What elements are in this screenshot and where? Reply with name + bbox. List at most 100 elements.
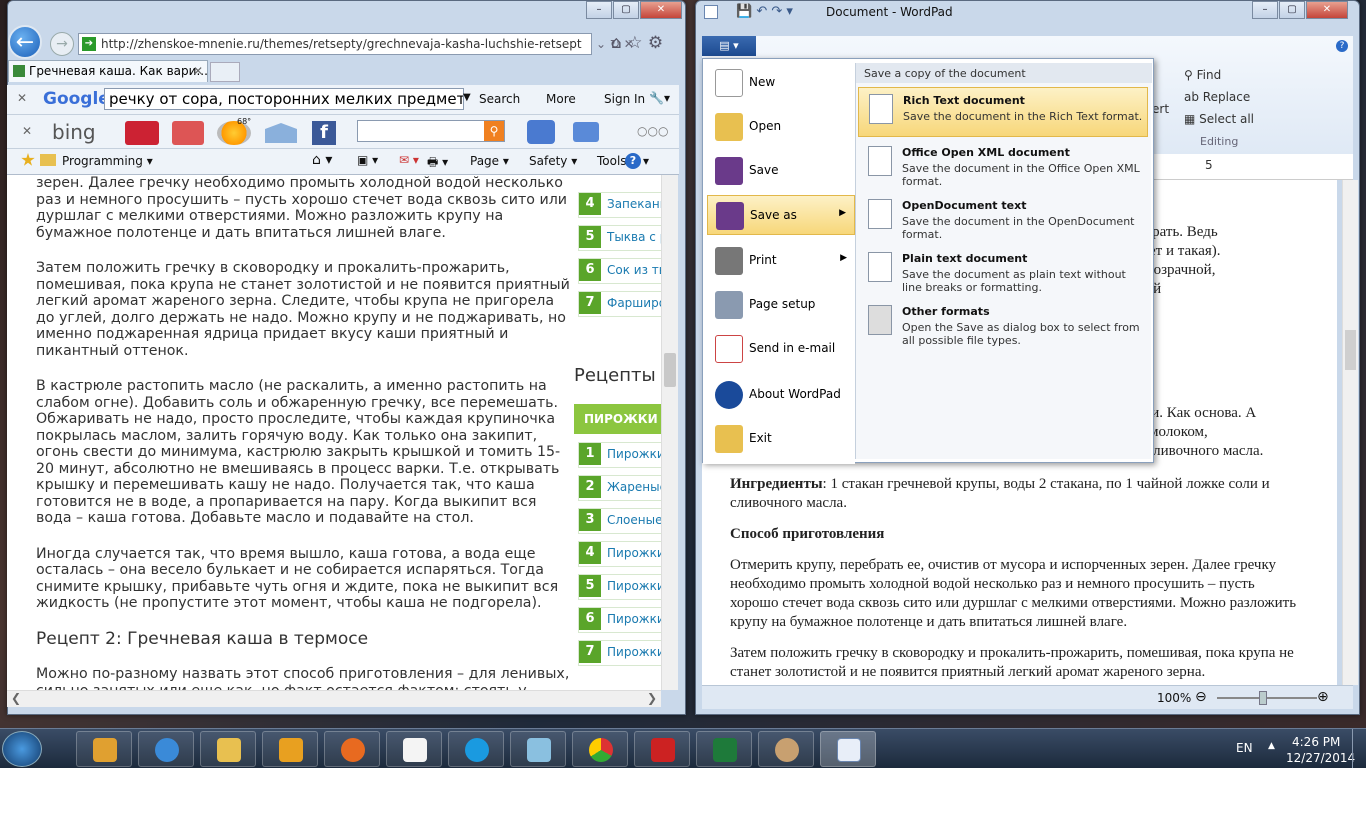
close-toolbar-icon[interactable]: ✕ [17,91,27,105]
taskbar-media-player[interactable] [76,731,132,767]
mail-icon[interactable] [265,123,297,143]
taskbar-app2[interactable] [510,731,566,767]
sidebar-tab-pirozhki[interactable]: ПИРОЖКИ [574,404,661,434]
save-txt-option[interactable]: Plain text document Save the document as … [858,246,1148,296]
sidebar-link[interactable]: 2 Жареные [578,475,661,501]
find-button[interactable]: ⚲ Find [1184,68,1221,82]
taskbar-skype[interactable] [448,731,504,767]
safety-menu[interactable]: Safety ▾ [529,154,577,168]
sidebar-link[interactable]: 7 Фарширо [578,291,661,317]
scroll-thumb[interactable] [1345,330,1356,370]
help-dropdown-icon[interactable]: ▾ [643,154,649,168]
facebook-icon[interactable]: f [312,121,336,145]
tray-arrow-icon[interactable]: ▲ [1268,741,1275,751]
zoom-out-icon[interactable]: ⊖ [1195,689,1207,705]
maximize-button[interactable]: ▢ [1279,1,1305,19]
sidebar-link[interactable]: 7 Пирожки [578,640,661,666]
page-menu[interactable]: Page ▾ [470,154,509,168]
back-button[interactable]: ← [8,25,42,59]
menu-about[interactable]: About WordPad [707,375,855,415]
save-odt-option[interactable]: OpenDocument text Save the document in th… [858,193,1148,243]
google-search-input[interactable]: речку от сора, посторонних мелких предме… [104,88,464,110]
sidebar-link[interactable]: 1 Пирожки [578,442,661,468]
replace-button[interactable]: ab Replace [1184,90,1250,104]
tab-close-icon[interactable]: ✕ [193,64,203,78]
more-dots-icon[interactable]: ○○○ [637,124,668,138]
clock-time[interactable]: 4:26 PM [1292,735,1340,749]
like-icon[interactable] [527,120,555,144]
menu-new[interactable]: New [707,63,855,103]
menu-save-as[interactable]: Save as ▶ [707,195,855,235]
taskbar-acrobat[interactable] [634,731,690,767]
taskbar-explorer[interactable] [200,731,256,767]
language-indicator[interactable]: EN [1236,741,1253,755]
menu-exit[interactable]: Exit [707,419,855,459]
save-rtf-option[interactable]: Rich Text document Save the document in t… [858,87,1148,137]
doc-vertical-scrollbar[interactable] [1342,180,1358,685]
help-icon[interactable]: ? [625,153,641,169]
google-search-button[interactable]: Search [479,92,520,106]
favorites-item-programming[interactable]: Programming ▾ [62,154,153,168]
taskbar-chrome[interactable] [572,731,628,767]
vertical-scrollbar[interactable] [661,175,678,690]
menu-save[interactable]: Save [707,151,855,191]
forward-button[interactable]: → [50,32,74,56]
sidebar-link[interactable]: 4 Пирожки [578,541,661,567]
select-all-button[interactable]: ▦ Select all [1184,112,1254,126]
start-button[interactable] [2,731,42,767]
taskbar-paint[interactable] [758,731,814,767]
calendar-icon[interactable] [172,121,204,145]
bing-search-icon[interactable]: ⚲ [484,121,504,141]
save-docx-option[interactable]: Office Open XML document Save the documen… [858,140,1148,190]
feeds-icon[interactable]: ▣ ▾ [357,153,378,167]
sidebar-link[interactable]: 5 Пирожки [578,574,661,600]
news-icon[interactable] [125,121,159,145]
taskbar-ie[interactable] [138,731,194,767]
close-button[interactable]: ✕ [1306,1,1348,19]
wordpad-menu-button[interactable]: ▤ ▾ [702,36,756,56]
clock-date[interactable]: 12/27/2014 [1286,751,1355,765]
taskbar-notepad[interactable] [386,731,442,767]
chat-icon[interactable] [573,122,599,142]
taskbar-excel[interactable] [696,731,752,767]
scroll-right-icon[interactable]: ❯ [647,691,657,705]
close-bing-icon[interactable]: ✕ [22,124,32,138]
close-button[interactable]: ✕ [640,1,682,19]
address-bar[interactable]: ➔ http://zhenskoe-mnenie.ru/themes/retse… [78,33,592,55]
search-dropdown-icon[interactable]: ▼ [463,92,471,103]
minimize-button[interactable]: – [586,1,612,19]
zoom-slider-thumb[interactable] [1259,691,1267,705]
taskbar-firefox[interactable] [324,731,380,767]
menu-send-email[interactable]: Send in e-mail [707,329,855,369]
show-desktop-button[interactable] [1352,729,1366,769]
sidebar-link[interactable]: 3 Слоеные [578,508,661,534]
favorites-star-icon[interactable] [21,153,35,166]
browser-tab[interactable]: Гречневая каша. Как вари... ✕ [8,60,208,82]
minimize-button[interactable]: – [1252,1,1278,19]
taskbar-wordpad[interactable] [820,731,876,767]
save-other-option[interactable]: Other formats Open the Save as dialog box… [858,299,1148,349]
wrench-icon[interactable]: 🔧▾ [649,91,670,105]
sidebar-link[interactable]: 4 Запеканк [578,192,661,218]
help-icon[interactable]: ? [1336,40,1348,52]
maximize-button[interactable]: ▢ [613,1,639,19]
scroll-thumb[interactable] [664,353,676,387]
new-tab-button[interactable] [210,62,240,82]
scroll-left-icon[interactable]: ❮ [11,691,21,705]
home-icon[interactable]: ⌂ ▾ [312,152,332,168]
quick-access-icons[interactable]: 💾 ↶ ↷ ▾ [736,4,793,19]
menu-open[interactable]: Open [707,107,855,147]
sign-in-button[interactable]: Sign In [604,92,645,106]
menu-print[interactable]: Print ▶ [707,241,855,281]
zoom-in-icon[interactable]: ⊕ [1317,689,1329,705]
print-icon[interactable]: 🖶 ▾ [427,153,448,174]
more-button[interactable]: More [546,92,576,106]
mail-cmd-icon[interactable]: ✉ ▾ [399,153,419,167]
sidebar-link[interactable]: 6 Сок из ты [578,258,661,284]
taskbar-app[interactable] [262,731,318,767]
sidebar-link[interactable]: 5 Тыква с р [578,225,661,251]
zoom-slider[interactable] [1217,697,1317,699]
bing-search-input[interactable] [357,120,505,142]
home-star-gear-icons[interactable]: ⌂ ☆ ⚙ [611,33,663,53]
sidebar-link[interactable]: 6 Пирожки [578,607,661,633]
